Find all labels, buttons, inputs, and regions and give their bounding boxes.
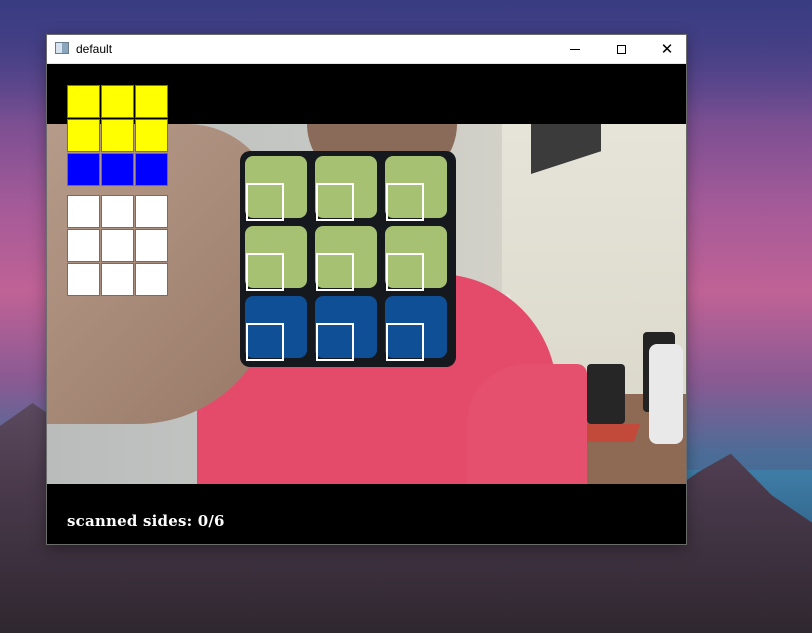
- minimize-icon: [570, 48, 580, 50]
- video-canvas: scanned sides: 0/6: [47, 64, 686, 544]
- preview-facelet: [135, 85, 168, 118]
- preview-facelet: [135, 263, 168, 296]
- preview-facelet: [67, 263, 100, 296]
- preview-facelet: [135, 229, 168, 262]
- app-window[interactable]: default ✕ scanned sides: 0/6: [46, 34, 687, 545]
- preview-facelet: [67, 229, 100, 262]
- scan-target-square: [246, 183, 284, 221]
- preview-facelet: [101, 85, 134, 118]
- scan-target-square: [386, 323, 424, 361]
- window-title: default: [76, 42, 113, 56]
- preview-facelet: [101, 229, 134, 262]
- preview-facelet: [67, 119, 100, 152]
- preview-facelet: [101, 119, 134, 152]
- preview-facelet: [101, 195, 134, 228]
- close-icon: ✕: [660, 41, 674, 58]
- scan-status: scanned sides: 0/6: [67, 512, 225, 530]
- preview-facelet: [135, 153, 168, 186]
- preview-facelet: [67, 153, 100, 186]
- preview-facelet: [67, 85, 100, 118]
- scan-target-square: [386, 253, 424, 291]
- scan-target-square: [316, 183, 354, 221]
- scan-target-square: [316, 253, 354, 291]
- background-mug: [587, 364, 625, 424]
- preview-facelet: [135, 195, 168, 228]
- app-icon: [55, 42, 69, 54]
- scan-target-square: [386, 183, 424, 221]
- scan-target-square: [316, 323, 354, 361]
- person-shoulder: [467, 364, 587, 484]
- maximize-button[interactable]: [598, 35, 644, 63]
- close-button[interactable]: ✕: [644, 35, 690, 63]
- preview-facelet: [101, 263, 134, 296]
- title-bar[interactable]: default ✕: [47, 35, 686, 64]
- preview-facelet: [135, 119, 168, 152]
- preview-facelet: [101, 153, 134, 186]
- preview-facelet: [67, 195, 100, 228]
- scan-target-square: [246, 253, 284, 291]
- scan-target-square: [246, 323, 284, 361]
- minimize-button[interactable]: [552, 35, 598, 63]
- background-stand: [649, 344, 683, 444]
- maximize-icon: [616, 44, 626, 54]
- scanned-faces-preview: [67, 85, 169, 297]
